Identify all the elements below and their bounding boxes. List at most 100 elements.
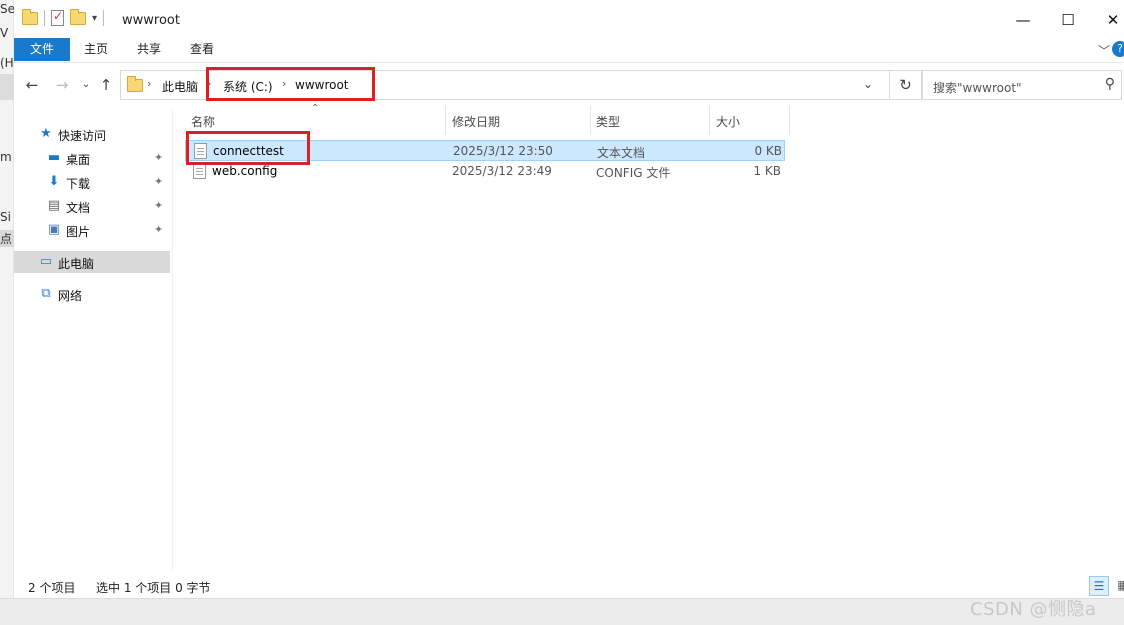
separator <box>44 10 45 26</box>
nav-label: 桌面 <box>66 153 91 167</box>
search-box[interactable]: 搜索"wwwroot" ⚲ <box>922 70 1122 100</box>
large-icons-view-icon[interactable]: ▦ <box>1113 576 1124 596</box>
column-divider[interactable] <box>709 106 710 134</box>
file-size: 1 KB <box>753 164 781 178</box>
nav-desktop[interactable]: ▬ 桌面 ✦ <box>14 147 170 169</box>
pane-divider[interactable] <box>172 110 173 570</box>
nav-documents[interactable]: ▤ 文档 ✦ <box>14 195 170 217</box>
column-divider[interactable] <box>445 106 446 134</box>
folder-icon <box>22 8 38 25</box>
file-row[interactable]: web.config 2025/3/12 23:49 CONFIG 文件 1 K… <box>185 161 785 182</box>
search-input[interactable]: 搜索"wwwroot" <box>933 79 1022 96</box>
minimize-button[interactable]: — <box>1000 6 1046 34</box>
text-file-icon <box>194 143 207 159</box>
file-modified: 2025/3/12 23:50 <box>453 144 553 158</box>
new-folder-icon[interactable] <box>70 8 86 25</box>
computer-icon: ▭ <box>39 254 53 269</box>
breadcrumb-drive-c[interactable]: 系统 (C:) <box>223 78 273 95</box>
navigation-pane: ★ 快速访问 ▬ 桌面 ✦ ⬇ 下载 ✦ ▤ 文档 ✦ ▣ 图片 ✦ ▭ 此电脑… <box>14 110 172 570</box>
nav-quick-access[interactable]: ★ 快速访问 <box>14 123 170 145</box>
download-icon: ⬇ <box>48 174 60 189</box>
config-file-icon <box>193 163 206 179</box>
column-divider[interactable] <box>789 106 790 134</box>
tab-home[interactable]: 主页 <box>74 38 118 61</box>
pin-icon[interactable]: ✦ <box>154 223 163 236</box>
navigation-bar: ← → ⌄ ↑ › 此电脑 › 系统 (C:) › wwwroot ⌄ ↻ 搜索… <box>14 63 1124 107</box>
file-modified: 2025/3/12 23:49 <box>452 164 552 178</box>
column-header-size[interactable]: 大小 <box>716 113 740 130</box>
background-fragment: m <box>0 150 12 164</box>
nav-label: 下载 <box>66 177 91 191</box>
sort-ascending-icon: ⌃ <box>311 103 320 114</box>
column-header-name[interactable]: 名称 <box>191 113 215 130</box>
chevron-right-icon[interactable]: › <box>282 77 286 90</box>
refresh-icon[interactable]: ↻ <box>889 71 921 99</box>
pin-icon[interactable]: ✦ <box>154 199 163 212</box>
title-bar: ▾ wwwroot — ☐ ✕ <box>14 0 1124 38</box>
file-type: CONFIG 文件 <box>596 166 671 180</box>
tab-view[interactable]: 查看 <box>180 38 224 61</box>
star-icon: ★ <box>40 126 52 141</box>
file-size: 0 KB <box>754 144 782 158</box>
close-button[interactable]: ✕ <box>1090 6 1124 34</box>
recent-locations-icon[interactable]: ⌄ <box>76 75 96 95</box>
ribbon-tabs: 文件 主页 共享 查看 ﹀ ? <box>14 38 1124 62</box>
nav-this-pc[interactable]: ▭ 此电脑 <box>14 251 170 273</box>
tab-share[interactable]: 共享 <box>127 38 171 61</box>
chevron-right-icon[interactable]: › <box>207 77 211 90</box>
folder-icon <box>127 76 143 92</box>
taskbar-strip <box>0 598 1124 625</box>
column-header-modified[interactable]: 修改日期 <box>452 113 500 130</box>
nav-network[interactable]: ⧉ 网络 <box>14 283 170 305</box>
nav-downloads[interactable]: ⬇ 下载 ✦ <box>14 171 170 193</box>
pin-icon[interactable]: ✦ <box>154 151 163 164</box>
desktop-icon: ▬ <box>47 150 61 165</box>
nav-label: 此电脑 <box>58 257 95 271</box>
column-headers: ⌃ 名称 修改日期 类型 大小 <box>185 103 791 134</box>
properties-icon[interactable] <box>51 9 64 26</box>
search-icon[interactable]: ⚲ <box>1105 76 1115 92</box>
back-arrow-icon[interactable]: ← <box>22 75 42 95</box>
background-fragment: (H <box>0 56 14 70</box>
file-name: web.config <box>212 164 278 178</box>
separator <box>103 10 105 26</box>
background-fragment: Si <box>0 210 11 224</box>
nav-pictures[interactable]: ▣ 图片 ✦ <box>14 219 170 241</box>
nav-label: 网络 <box>58 289 83 303</box>
maximize-button[interactable]: ☐ <box>1045 6 1091 34</box>
background-fragment: V <box>0 26 9 40</box>
item-count: 2 个项目 <box>28 581 76 595</box>
details-view-icon[interactable]: ☰ <box>1089 576 1109 596</box>
pictures-icon: ▣ <box>47 222 61 237</box>
chevron-down-icon[interactable]: ﹀ <box>1098 42 1110 59</box>
nav-label: 文档 <box>66 201 91 215</box>
address-bar[interactable]: › 此电脑 › 系统 (C:) › wwwroot ⌄ ↻ <box>120 70 922 100</box>
network-icon: ⧉ <box>41 286 51 301</box>
pin-icon[interactable]: ✦ <box>154 175 163 188</box>
background-bar <box>0 74 14 100</box>
document-icon: ▤ <box>47 198 61 213</box>
tab-file[interactable]: 文件 <box>14 38 70 61</box>
watermark: CSDN @恻隐a <box>970 599 1097 620</box>
window-title: wwwroot <box>122 13 180 28</box>
column-header-type[interactable]: 类型 <box>596 113 620 130</box>
quick-access-toolbar: ▾ <box>22 8 105 26</box>
breadcrumb-this-pc[interactable]: 此电脑 <box>162 78 198 95</box>
file-type: 文本文档 <box>597 146 646 160</box>
background-window: Services (IIS)管理器 V (H m Si 点 <box>0 0 14 625</box>
file-row[interactable]: connecttest 2025/3/12 23:50 文本文档 0 KB <box>185 140 785 161</box>
background-window-title: Services (IIS)管理器 <box>0 2 14 16</box>
column-divider[interactable] <box>590 106 591 134</box>
forward-arrow-icon[interactable]: → <box>52 75 72 95</box>
up-arrow-icon[interactable]: ↑ <box>96 75 116 95</box>
address-dropdown-icon[interactable]: ⌄ <box>863 77 873 91</box>
customize-toolbar-icon[interactable]: ▾ <box>92 13 97 24</box>
nav-label: 快速访问 <box>58 129 107 143</box>
selection-info: 选中 1 个项目 0 字节 <box>96 581 211 595</box>
status-bar: 2 个项目 选中 1 个项目 0 字节 ☰ ▦ <box>14 575 1124 597</box>
file-name: connecttest <box>213 144 284 158</box>
breadcrumb-wwwroot[interactable]: wwwroot <box>295 78 349 92</box>
nav-label: 图片 <box>66 225 91 239</box>
help-icon[interactable]: ? <box>1112 41 1124 57</box>
chevron-right-icon[interactable]: › <box>147 77 151 90</box>
